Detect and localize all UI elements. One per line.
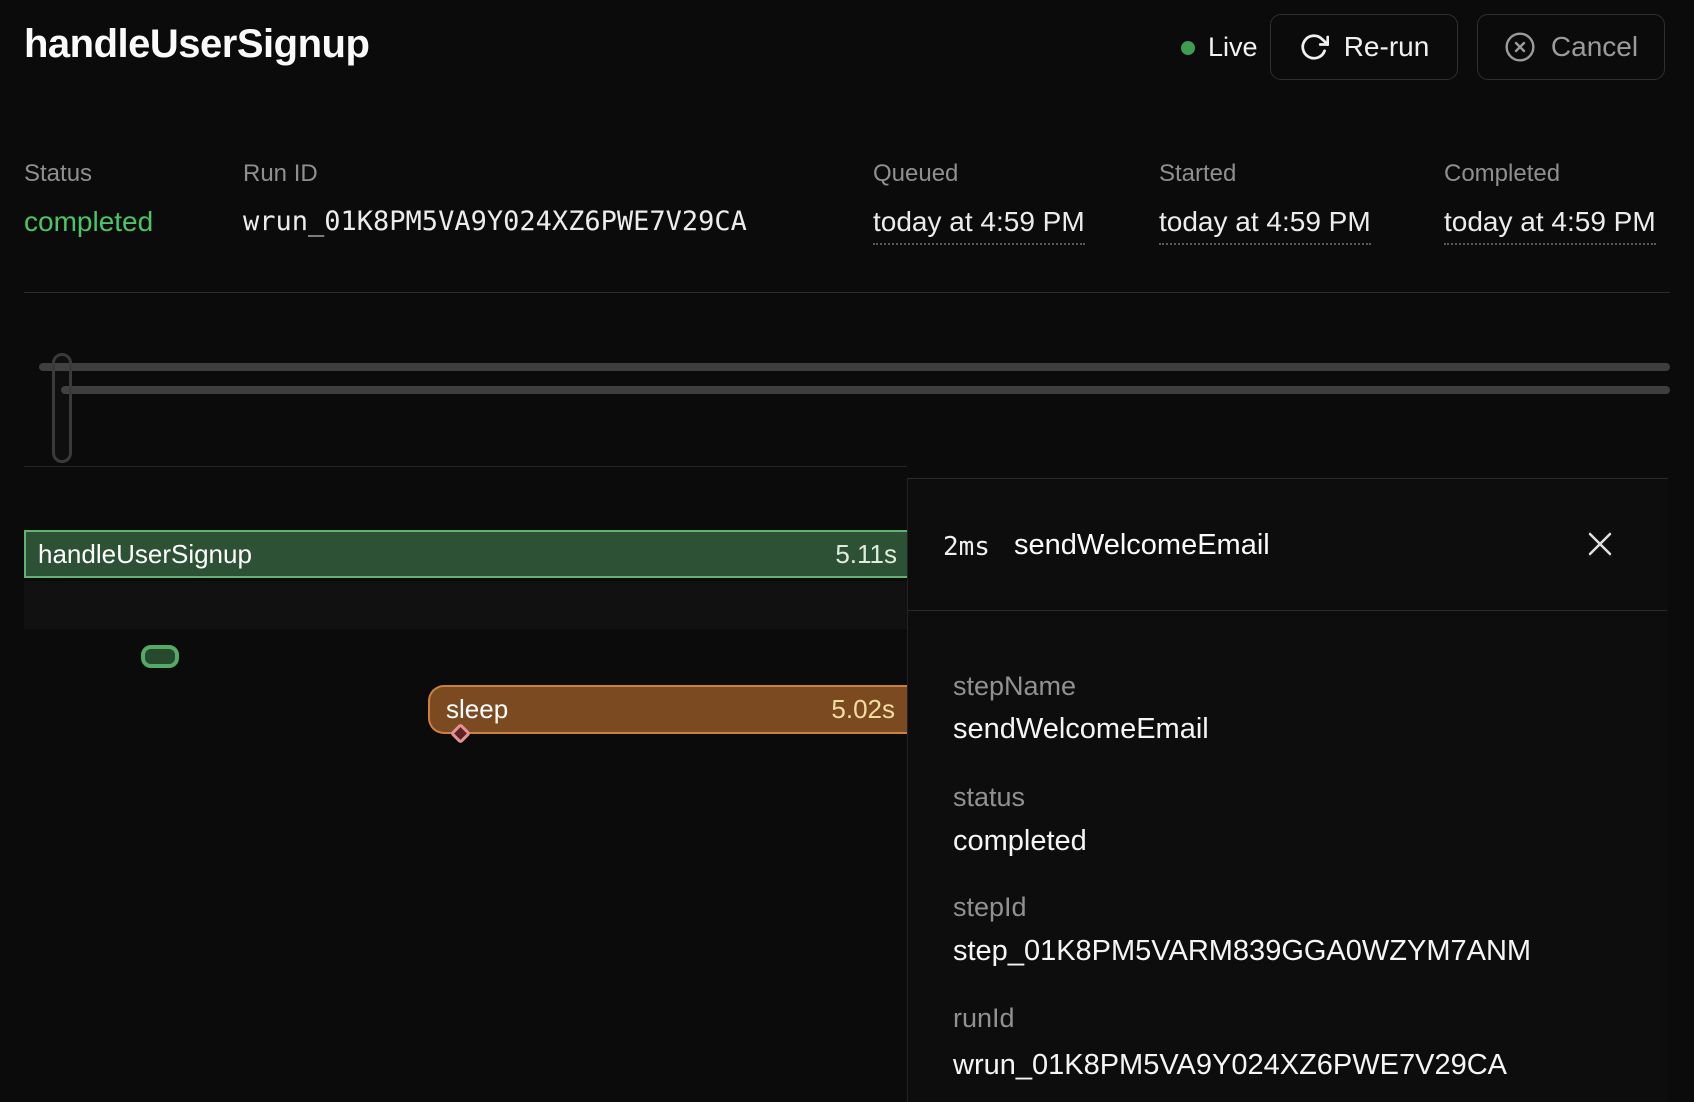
span-sleep[interactable]: sleep 5.02s [428,685,907,734]
span-label: sleep [446,694,508,725]
page-title: handleUserSignup [24,22,369,67]
x-circle-icon [1504,31,1536,63]
span-duration: 5.11s [835,539,897,570]
cancel-button[interactable]: Cancel [1477,14,1665,80]
chart-top-border [24,466,907,467]
run-id-label: Run ID [243,160,747,188]
run-id-value: wrun_01K8PM5VA9Y024XZ6PWE7V29CA [243,206,747,237]
field-stepName-label: stepName [953,671,1076,702]
field-runId-value: wrun_01K8PM5VA9Y024XZ6PWE7V29CA [953,1049,1507,1082]
live-dot-icon [1181,41,1195,55]
queued-value[interactable]: today at 4:59 PM [873,206,1085,245]
chart-row-stripe [24,581,907,629]
rerun-button[interactable]: Re-run [1270,14,1458,80]
span-sendWelcomeEmail-pill[interactable] [141,645,179,668]
rerun-label: Re-run [1344,31,1430,63]
meta-completed: Completed today at 4:59 PM [1444,160,1656,245]
panel-step-duration: 2ms [943,532,990,562]
step-detail-panel: 2ms sendWelcomeEmail stepName sendWelcom… [907,478,1668,1102]
field-stepName-value: sendWelcomeEmail [953,713,1209,746]
live-label: Live [1208,32,1258,63]
meta-queued: Queued today at 4:59 PM [873,160,1085,245]
minimap-zoom-handle[interactable] [52,353,72,463]
meta-run-id: Run ID wrun_01K8PM5VA9Y024XZ6PWE7V29CA [243,160,747,237]
completed-label: Completed [1444,160,1656,188]
panel-header-divider [908,610,1667,611]
span-handleUserSignup[interactable]: handleUserSignup 5.11s [24,530,907,578]
completed-value[interactable]: today at 4:59 PM [1444,206,1656,245]
section-divider [24,292,1670,293]
field-runId-label: runId [953,1003,1015,1034]
field-stepId-label: stepId [953,892,1027,923]
panel-step-title: sendWelcomeEmail [1014,529,1270,562]
meta-status: Status completed [24,160,153,238]
field-status-label: status [953,782,1025,813]
status-value: completed [24,206,153,238]
span-label: handleUserSignup [38,539,252,570]
workflow-run-page: handleUserSignup Live Re-run Cancel Stat… [0,0,1694,1102]
started-value[interactable]: today at 4:59 PM [1159,206,1371,245]
refresh-icon [1299,32,1329,62]
minimap-span-sleep [61,386,1670,394]
status-label: Status [24,160,153,188]
field-status-value: completed [953,825,1087,858]
cancel-label: Cancel [1551,31,1638,63]
span-duration: 5.02s [831,694,895,725]
close-icon[interactable] [1584,529,1616,561]
live-indicator: Live [1181,32,1258,63]
minimap-span-root [39,363,1670,371]
started-label: Started [1159,160,1371,188]
field-stepId-value: step_01K8PM5VARM839GGA0WZYM7ANM [953,935,1531,968]
meta-started: Started today at 4:59 PM [1159,160,1371,245]
queued-label: Queued [873,160,1085,188]
